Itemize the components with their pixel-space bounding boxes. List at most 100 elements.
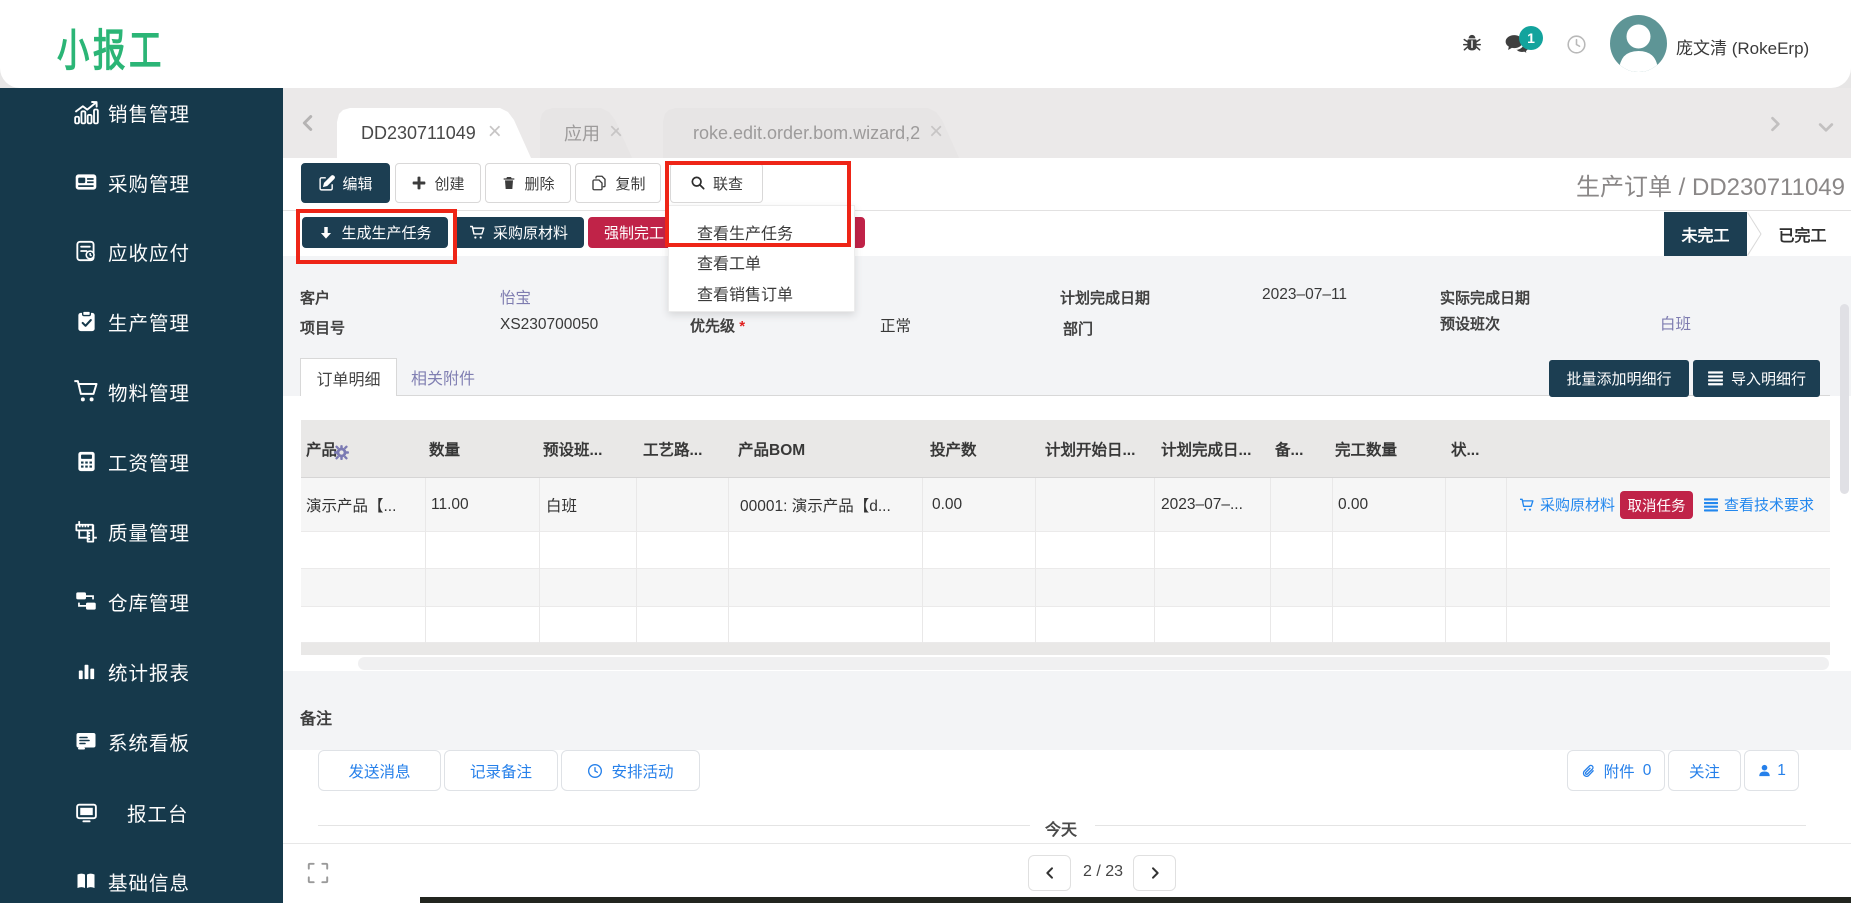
avatar[interactable] bbox=[1610, 15, 1667, 72]
column-separator bbox=[1035, 478, 1036, 643]
sidebar-item-basicinfo[interactable]: 基础信息 bbox=[0, 859, 283, 903]
tab-close-icon[interactable]: × bbox=[488, 120, 502, 144]
fullscreen-icon[interactable] bbox=[305, 860, 331, 891]
linkview-button[interactable]: 联查 bbox=[670, 163, 763, 203]
create-button[interactable]: 创建 bbox=[395, 163, 481, 203]
customer-value[interactable]: 怡宝 bbox=[500, 286, 531, 308]
batch-add-lines-button[interactable]: 批量添加明细行 bbox=[1549, 360, 1689, 397]
sidebar-item-label: 基础信息 bbox=[108, 872, 191, 895]
send-message-button[interactable]: 发送消息 bbox=[318, 750, 441, 791]
shift-value[interactable]: 白班 bbox=[1660, 312, 1691, 334]
plan-date-value[interactable]: 2023–07–11 bbox=[1262, 286, 1347, 304]
clock-icon[interactable] bbox=[1566, 34, 1587, 60]
tab-label: roke.edit.order.bom.wizard,2 bbox=[693, 122, 921, 143]
attachments-button[interactable]: 附件 0 bbox=[1567, 750, 1665, 791]
tabs-scroll-right-icon[interactable] bbox=[1765, 114, 1785, 139]
column-separator bbox=[1332, 478, 1333, 643]
col-product[interactable]: 产品 bbox=[306, 420, 350, 478]
status-arrow-icon bbox=[1747, 212, 1762, 256]
col-bom[interactable]: 产品BOM bbox=[738, 420, 805, 478]
import-lines-button[interactable]: 导入明细行 bbox=[1693, 360, 1820, 397]
col-qty[interactable]: 数量 bbox=[429, 420, 460, 478]
board-icon bbox=[70, 729, 102, 753]
edit-button[interactable]: 编辑 bbox=[301, 163, 390, 203]
table-empty-row bbox=[301, 607, 1830, 643]
menu-item-view-workorders[interactable]: 查看工单 bbox=[697, 250, 761, 274]
sidebar-item-label: 系统看板 bbox=[108, 732, 191, 755]
sidebar-item-label: 质量管理 bbox=[108, 522, 191, 545]
tabs-scroll-left-icon[interactable] bbox=[297, 112, 319, 139]
purchase-material-button[interactable]: 采购原材料 bbox=[453, 217, 584, 248]
row-cancel-task-button[interactable]: 取消任务 bbox=[1620, 491, 1693, 519]
today-divider-line bbox=[318, 825, 1030, 826]
priority-value[interactable]: 正常 bbox=[880, 314, 911, 336]
tabs-menu-icon[interactable] bbox=[1816, 117, 1836, 142]
user-icon bbox=[1759, 764, 1770, 777]
col-state[interactable]: 状... bbox=[1451, 420, 1479, 478]
col-plan-start[interactable]: 计划开始日... bbox=[1045, 420, 1135, 478]
app-logo: 小报工 bbox=[57, 25, 166, 76]
generate-task-button[interactable]: 生成生产任务 bbox=[302, 217, 448, 248]
breadcrumb-model[interactable]: 生产订单 bbox=[1576, 174, 1672, 201]
table-hscrollbar[interactable] bbox=[358, 657, 1829, 670]
row-view-tech-button[interactable]: 查看技术要求 bbox=[1703, 478, 1814, 531]
status-bar: 未完工 已完工 bbox=[1664, 212, 1843, 256]
log-note-button[interactable]: 记录备注 bbox=[444, 750, 558, 791]
followers-button[interactable]: 1 bbox=[1744, 750, 1799, 791]
sidebar-item-material[interactable]: 物料管理 bbox=[0, 369, 283, 413]
pager-previous-button[interactable] bbox=[1028, 855, 1071, 891]
status-unfinished[interactable]: 未完工 bbox=[1664, 212, 1747, 256]
vertical-scrollbar-thumb[interactable] bbox=[1840, 304, 1849, 494]
sidebar: 销售管理 采购管理 应收应付 生产管理 物料管理 工资管理 质量管理 仓库管理 bbox=[0, 88, 283, 903]
sidebar-item-workbench[interactable]: 报工台 bbox=[0, 790, 283, 834]
sidebar-item-receivable[interactable]: 应收应付 bbox=[0, 229, 283, 273]
row-purchase-material-button[interactable]: 采购原材料 bbox=[1519, 478, 1615, 531]
vertical-scrollbar[interactable] bbox=[1837, 158, 1851, 843]
tab-close-icon[interactable]: × bbox=[609, 120, 623, 144]
status-finished[interactable]: 已完工 bbox=[1762, 212, 1843, 256]
schedule-activity-button[interactable]: 安排活动 bbox=[561, 750, 700, 791]
tab-attachments[interactable]: 相关附件 bbox=[403, 358, 483, 396]
user-name[interactable]: 庞文清 (RokeErp) bbox=[1676, 34, 1809, 59]
breadcrumb-separator: / bbox=[1678, 174, 1692, 201]
menu-item-view-saleorders[interactable]: 查看销售订单 bbox=[697, 281, 793, 305]
sidebar-item-sales[interactable]: 销售管理 bbox=[0, 90, 283, 134]
order-lines-table: 产品 数量 预设班... 工艺路... 产品BOM 投产数 计划开始日... 计… bbox=[301, 420, 1830, 655]
sidebar-item-quality[interactable]: 质量管理 bbox=[0, 509, 283, 553]
sidebar-item-production[interactable]: 生产管理 bbox=[0, 299, 283, 343]
table-row[interactable]: 演示产品【... 11.00 白班 00001: 演示产品【d... 0.00 … bbox=[301, 478, 1830, 532]
tab-apps[interactable]: 应用 × bbox=[540, 108, 632, 158]
sidebar-item-reports[interactable]: 统计报表 bbox=[0, 649, 283, 693]
tab-close-icon[interactable]: × bbox=[929, 120, 943, 144]
force-finish-button[interactable]: 强制完工 bbox=[588, 217, 680, 248]
copy-button[interactable]: 复制 bbox=[575, 163, 661, 203]
col-route[interactable]: 工艺路... bbox=[643, 420, 702, 478]
sidebar-item-warehouse[interactable]: 仓库管理 bbox=[0, 579, 283, 623]
follow-button[interactable]: 关注 bbox=[1668, 750, 1741, 791]
top-header: 小报工 1 庞文清 (RokeErp) bbox=[0, 0, 1851, 88]
tab-wizard[interactable]: roke.edit.order.bom.wizard,2 × bbox=[663, 108, 959, 158]
bug-icon[interactable] bbox=[1461, 32, 1483, 59]
col-done-qty[interactable]: 完工数量 bbox=[1335, 420, 1397, 478]
plan-date-label: 计划完成日期 bbox=[1060, 290, 1151, 307]
col-remark[interactable]: 备... bbox=[1275, 420, 1303, 478]
menu-item-view-tasks[interactable]: 查看生产任务 bbox=[697, 220, 793, 244]
column-separator bbox=[1270, 478, 1271, 643]
pager-next-button[interactable] bbox=[1133, 855, 1176, 891]
cart-icon bbox=[470, 225, 485, 239]
sidebar-item-purchase[interactable]: 采购管理 bbox=[0, 160, 283, 204]
sidebar-item-label: 采购管理 bbox=[108, 173, 191, 196]
tab-order-lines[interactable]: 订单明细 bbox=[300, 358, 397, 396]
project-value[interactable]: XS230700050 bbox=[500, 316, 598, 334]
tab-label: 应用 bbox=[564, 124, 600, 144]
col-input-qty[interactable]: 投产数 bbox=[930, 420, 977, 478]
sidebar-item-dashboard[interactable]: 系统看板 bbox=[0, 719, 283, 763]
col-shift[interactable]: 预设班... bbox=[543, 420, 602, 478]
col-plan-finish[interactable]: 计划完成日... bbox=[1161, 420, 1251, 478]
sidebar-item-salary[interactable]: 工资管理 bbox=[0, 439, 283, 483]
cell-product: 演示产品【... bbox=[306, 497, 397, 515]
optional-columns-icon[interactable] bbox=[333, 444, 350, 461]
delete-button[interactable]: 删除 bbox=[485, 163, 571, 203]
tab-dd230711049[interactable]: DD230711049 × bbox=[337, 108, 531, 158]
table-empty-row bbox=[301, 569, 1830, 607]
